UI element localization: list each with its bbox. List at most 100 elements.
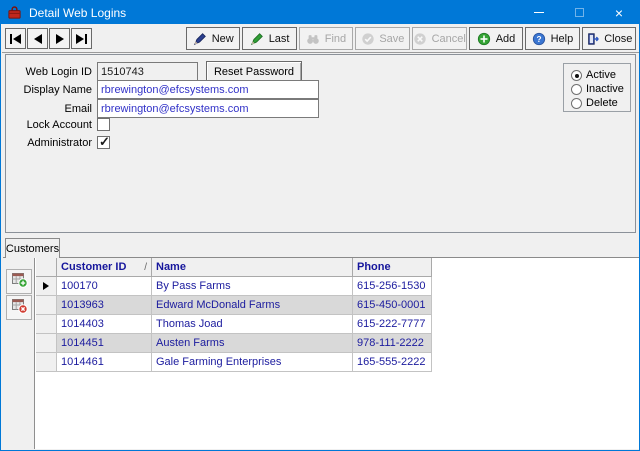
close-button-label: Close [604, 33, 632, 45]
grid-row[interactable]: 1014461Gale Farming Enterprises165-555-2… [36, 353, 432, 372]
grid-cell[interactable]: Gale Farming Enterprises [152, 353, 353, 372]
grid-row[interactable]: 100170By Pass Farms615-256-1530 [36, 277, 432, 296]
grid-cell[interactable]: 1013963 [57, 296, 152, 315]
grid-row-selector[interactable] [36, 315, 57, 334]
table-add-icon [11, 271, 28, 293]
first-record-icon [10, 34, 21, 44]
lock-account-row: Lock Account [6, 118, 110, 131]
radio-circle-icon [571, 84, 582, 95]
email-row: Email [6, 99, 319, 118]
current-row-arrow-icon [43, 282, 49, 290]
delete-row-button[interactable] [6, 295, 32, 320]
form-panel: Web Login ID Reset Password Display Name… [5, 54, 636, 233]
save-button-label: Save [379, 33, 404, 45]
grid-cell[interactable]: Thomas Joad [152, 315, 353, 334]
titlebar: Detail Web Logins × [1, 1, 639, 24]
pen-last-icon [250, 31, 265, 46]
grid-cell[interactable]: 100170 [57, 277, 152, 296]
email-label: Email [6, 103, 92, 115]
grid-cell[interactable]: 1014451 [57, 334, 152, 353]
grid-cell[interactable]: Edward McDonald Farms [152, 296, 353, 315]
email-field[interactable] [97, 99, 319, 118]
grid-selector-header [36, 258, 57, 277]
web-login-id-label: Web Login ID [6, 66, 92, 78]
nav-first-button[interactable] [5, 28, 26, 49]
web-login-id-field[interactable] [97, 62, 198, 81]
radio-inactive[interactable]: Inactive [571, 82, 630, 96]
minimize-button[interactable] [519, 1, 559, 24]
tab-customers-label: Customers [6, 243, 59, 255]
binoculars-icon [306, 31, 321, 46]
radio-circle-icon [571, 70, 582, 81]
grid-body: 100170By Pass Farms615-256-15301013963Ed… [36, 277, 432, 372]
grid-button-strip [3, 258, 35, 449]
record-nav-group [5, 28, 93, 49]
save-check-icon [360, 31, 375, 46]
last-button[interactable]: Last [242, 27, 296, 50]
find-button[interactable]: Find [299, 27, 353, 50]
pen-new-icon [193, 31, 208, 46]
add-row-button[interactable] [6, 269, 32, 294]
reset-password-button[interactable]: Reset Password [206, 61, 302, 82]
grid-cell[interactable]: 615-450-0001 [353, 296, 432, 315]
grid-cell[interactable]: 1014403 [57, 315, 152, 334]
grid-column-header[interactable]: Customer ID/ [57, 258, 152, 277]
grid-row-selector[interactable] [36, 296, 57, 315]
maximize-icon [575, 8, 584, 17]
app-toolbox-icon [7, 5, 23, 21]
radio-label: Active [586, 69, 616, 81]
lock-account-checkbox[interactable] [97, 118, 110, 131]
svg-text:?: ? [537, 33, 542, 43]
help-button[interactable]: ?Help [525, 27, 579, 50]
display-name-label: Display Name [6, 84, 92, 96]
last-button-label: Last [269, 33, 290, 45]
grid-cell[interactable]: 165-555-2222 [353, 353, 432, 372]
customers-grid: Customer ID/NamePhone 100170By Pass Farm… [36, 258, 432, 372]
grid-column-header[interactable]: Name [152, 258, 353, 277]
close-icon: × [615, 6, 623, 20]
nav-previous-button[interactable] [27, 28, 48, 49]
new-button[interactable]: New [186, 27, 240, 50]
grid-column-header[interactable]: Phone [353, 258, 432, 277]
administrator-checkbox[interactable] [97, 136, 110, 149]
help-question-icon: ? [532, 31, 547, 46]
grid-cell[interactable]: 615-222-7777 [353, 315, 432, 334]
nav-next-button[interactable] [49, 28, 70, 49]
close-button[interactable]: Close [582, 27, 636, 50]
radio-active[interactable]: Active [571, 68, 630, 82]
grid-row-selector[interactable] [36, 353, 57, 372]
administrator-label: Administrator [6, 137, 92, 149]
status-radio-group: Active InactiveDelete [563, 63, 631, 112]
new-button-label: New [212, 33, 234, 45]
minimize-icon [534, 12, 544, 13]
grid-cell[interactable]: By Pass Farms [152, 277, 353, 296]
cancel-button[interactable]: Cancel [412, 27, 467, 50]
toolbar: New Last Find Save Cancel Add ?Help Close [2, 24, 639, 53]
save-button[interactable]: Save [355, 27, 409, 50]
add-button-label: Add [496, 33, 516, 45]
grid-row-selector[interactable] [36, 334, 57, 353]
grid-row[interactable]: 1014451Austen Farms978-111-2222 [36, 334, 432, 353]
close-door-icon [585, 31, 600, 46]
grid-cell[interactable]: 615-256-1530 [353, 277, 432, 296]
grid-row[interactable]: 1013963Edward McDonald Farms615-450-0001 [36, 296, 432, 315]
cancel-button-label: Cancel [432, 33, 466, 45]
table-delete-icon [11, 297, 28, 319]
grid-cell[interactable]: Austen Farms [152, 334, 353, 353]
nav-last-button[interactable] [71, 28, 92, 49]
web-login-id-row: Web Login ID Reset Password [6, 61, 302, 82]
add-button[interactable]: Add [469, 27, 523, 50]
grid-row-selector[interactable] [36, 277, 57, 296]
last-record-icon [76, 34, 87, 44]
radio-delete[interactable]: Delete [571, 96, 630, 110]
grid-cell[interactable]: 978-111-2222 [353, 334, 432, 353]
radio-label: Inactive [586, 83, 624, 95]
display-name-field[interactable] [97, 80, 319, 99]
maximize-button[interactable] [559, 1, 599, 24]
grid-cell[interactable]: 1014461 [57, 353, 152, 372]
reset-password-label: Reset Password [214, 66, 294, 78]
tab-customers[interactable]: Customers [5, 238, 60, 258]
grid-row[interactable]: 1014403Thomas Joad615-222-7777 [36, 315, 432, 334]
toolbar-buttons: New Last Find Save Cancel Add ?Help Close [186, 27, 638, 50]
close-window-button[interactable]: × [599, 1, 639, 24]
